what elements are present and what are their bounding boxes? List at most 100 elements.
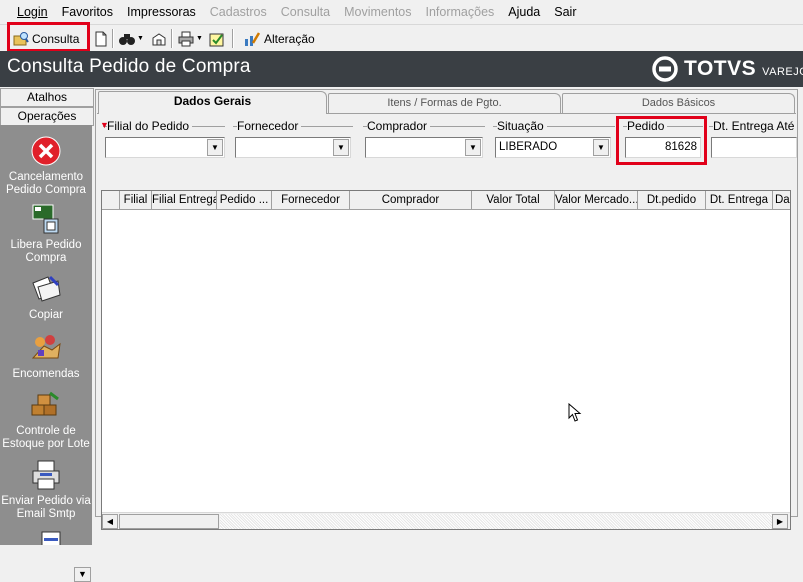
chevron-down-icon[interactable]: ▼ bbox=[207, 139, 223, 156]
fornecedor-combo[interactable]: ▼ bbox=[235, 137, 351, 158]
menu-ajuda[interactable]: Ajuda bbox=[501, 0, 547, 24]
scroll-right-button[interactable]: ▶ bbox=[772, 514, 788, 529]
situacao-combo[interactable]: LIBERADO ▼ bbox=[495, 137, 611, 158]
export-button[interactable] bbox=[150, 27, 168, 50]
situacao-label: Situação bbox=[497, 119, 547, 133]
new-document-button[interactable] bbox=[92, 27, 108, 50]
situacao-value: LIBERADO bbox=[499, 141, 558, 153]
totvs-logo-icon bbox=[652, 56, 678, 82]
calendar-check-icon bbox=[209, 31, 225, 47]
alteracao-label: Alteração bbox=[264, 31, 315, 46]
sidebar-item-label: Controle de Estoque por Lote bbox=[2, 425, 90, 450]
filial-label: Filial do Pedido bbox=[107, 119, 193, 133]
column-header-selector[interactable] bbox=[102, 191, 120, 209]
chevron-left-icon: ◀ bbox=[106, 517, 114, 526]
logo-brand: TOTVS bbox=[684, 57, 757, 80]
column-header-dt-pedido[interactable]: Dt.pedido bbox=[638, 191, 706, 209]
column-header-truncated[interactable]: Da bbox=[773, 191, 790, 209]
tab-atalhos[interactable]: Atalhos bbox=[0, 88, 94, 107]
export-box-icon bbox=[151, 31, 167, 47]
page-title: Consulta Pedido de Compra bbox=[7, 56, 251, 77]
chevron-down-icon: ▼ bbox=[78, 569, 87, 579]
dt-entrega-input[interactable] bbox=[711, 137, 797, 158]
filial-field-group: ▼ Filial do Pedido ▼ bbox=[100, 119, 225, 161]
release-order-icon bbox=[30, 203, 62, 235]
chevron-down-icon[interactable]: ▼ bbox=[465, 139, 481, 156]
menu-impressoras[interactable]: Impressoras bbox=[120, 0, 203, 24]
new-document-icon bbox=[93, 31, 109, 47]
sidebar-item-cancelamento[interactable]: Cancelamento Pedido Compra bbox=[0, 135, 92, 197]
scroll-thumb[interactable] bbox=[119, 514, 219, 529]
toolbar-separator bbox=[112, 29, 114, 48]
menu-favoritos[interactable]: Favoritos bbox=[55, 0, 120, 24]
copy-icon bbox=[30, 273, 62, 305]
column-header-filial-entrega[interactable]: Filial Entrega bbox=[152, 191, 217, 209]
pedido-highlight bbox=[616, 116, 707, 165]
menu-bar: Login Favoritos Impressoras Cadastros Co… bbox=[0, 0, 803, 24]
dt-entrega-field-group: Dt. Entrega Até bbox=[709, 119, 798, 161]
binoculars-icon bbox=[119, 31, 135, 47]
menu-cadastros[interactable]: Cadastros bbox=[203, 0, 274, 24]
dt-entrega-label: Dt. Entrega Até bbox=[713, 119, 798, 133]
column-header-valor-mercado[interactable]: Valor Mercado... bbox=[555, 191, 638, 209]
chevron-down-icon[interactable]: ▼ bbox=[593, 139, 609, 156]
tab-dados-gerais[interactable]: Dados Gerais bbox=[98, 91, 327, 114]
menu-informacoes[interactable]: Informações bbox=[419, 0, 502, 24]
comprador-label: Comprador bbox=[367, 119, 431, 133]
menu-consulta[interactable]: Consulta bbox=[274, 0, 337, 24]
comprador-field-group: Comprador ▼ bbox=[363, 119, 485, 161]
scroll-left-button[interactable]: ◀ bbox=[102, 514, 118, 529]
column-header-comprador[interactable]: Comprador bbox=[350, 191, 472, 209]
find-button[interactable]: ▼ bbox=[118, 27, 146, 50]
sidebar-item-libera-pedido[interactable]: Libera Pedido Compra bbox=[0, 203, 92, 265]
chevron-right-icon: ▶ bbox=[776, 517, 784, 526]
tab-itens-formas-pgto[interactable]: Itens / Formas de Pgto. bbox=[328, 93, 561, 114]
print-button[interactable]: ▼ bbox=[177, 27, 205, 50]
sidebar-item-label: Cancelamento Pedido Compra bbox=[6, 171, 86, 196]
fornecedor-field-group: Fornecedor ▼ bbox=[233, 119, 353, 161]
results-grid[interactable]: Filial Filial Entrega Pedido ... Fornece… bbox=[101, 190, 791, 530]
sidebar-item-estoque-lote[interactable]: Controle de Estoque por Lote bbox=[0, 389, 92, 451]
sidebar-item-label: Libera Pedido Compra bbox=[10, 239, 82, 264]
tab-content: ▼ Filial do Pedido ▼ Fornecedor ▼ Compra… bbox=[97, 113, 798, 530]
printer-icon bbox=[41, 531, 61, 545]
printer-icon bbox=[178, 31, 194, 47]
chevron-down-icon[interactable]: ▼ bbox=[333, 139, 349, 156]
chevron-down-icon: ▼ bbox=[196, 35, 203, 42]
menu-login[interactable]: Login bbox=[10, 0, 55, 24]
comprador-combo[interactable]: ▼ bbox=[365, 137, 483, 158]
fornecedor-label: Fornecedor bbox=[237, 119, 302, 133]
sidebar-item-copiar[interactable]: Copiar bbox=[0, 273, 92, 322]
menu-sair[interactable]: Sair bbox=[547, 0, 583, 24]
red-x-icon bbox=[30, 135, 62, 167]
logo-sub: VAREJO bbox=[762, 66, 803, 78]
sidebar: Atalhos Operações Cancelamento Pedido Co… bbox=[0, 87, 94, 582]
consulta-highlight bbox=[7, 22, 90, 52]
toolbar-separator bbox=[232, 29, 234, 48]
chevron-down-icon: ▼ bbox=[137, 35, 144, 42]
column-header-pedido[interactable]: Pedido ... bbox=[217, 191, 272, 209]
horizontal-scrollbar[interactable]: ◀ ▶ bbox=[102, 512, 790, 529]
tab-dados-basicos[interactable]: Dados Básicos bbox=[562, 93, 795, 114]
printer-email-icon bbox=[30, 459, 62, 491]
tab-operacoes[interactable]: Operações bbox=[0, 107, 94, 126]
column-header-dt-entrega[interactable]: Dt. Entrega bbox=[706, 191, 773, 209]
next-item-partial bbox=[38, 530, 64, 545]
alteracao-button[interactable]: Alteração bbox=[243, 27, 318, 50]
situacao-field-group: Situação LIBERADO ▼ bbox=[493, 119, 615, 161]
calendar-button[interactable] bbox=[208, 27, 226, 50]
sidebar-item-enviar-email[interactable]: Enviar Pedido via Email Smtp bbox=[0, 459, 92, 521]
sidebar-scroll-down-button[interactable]: ▼ bbox=[74, 567, 91, 582]
column-header-valor-total[interactable]: Valor Total bbox=[472, 191, 555, 209]
operations-panel: Cancelamento Pedido Compra Libera Pedido… bbox=[0, 125, 92, 582]
scroll-track[interactable] bbox=[220, 514, 772, 529]
sidebar-item-encomendas[interactable]: Encomendas bbox=[0, 332, 92, 381]
toolbar: Consulta ▼ ▼ Alteração bbox=[0, 22, 803, 52]
orders-icon bbox=[30, 332, 62, 364]
filial-combo[interactable]: ▼ bbox=[105, 137, 225, 158]
toolbar-separator bbox=[171, 29, 173, 48]
sidebar-item-label: Copiar bbox=[29, 309, 63, 321]
menu-movimentos[interactable]: Movimentos bbox=[337, 0, 418, 24]
column-header-fornecedor[interactable]: Fornecedor bbox=[272, 191, 350, 209]
column-header-filial[interactable]: Filial bbox=[120, 191, 152, 209]
